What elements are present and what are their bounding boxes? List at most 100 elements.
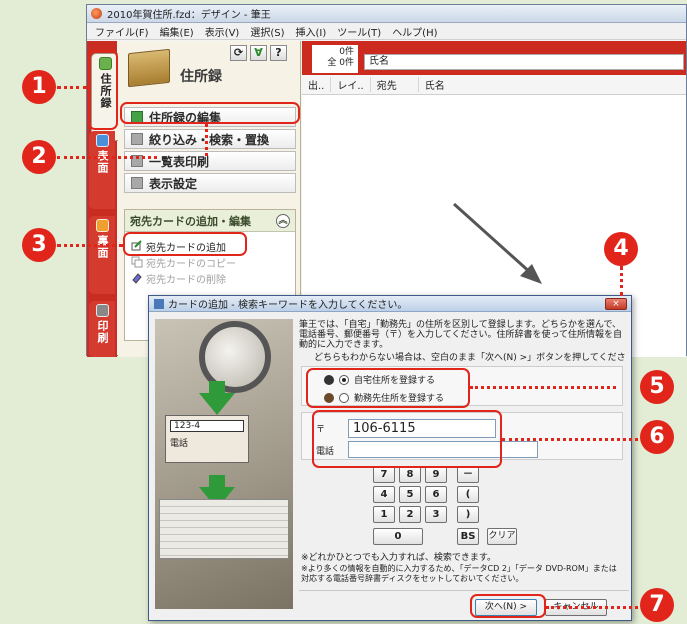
callout-3: 3 [22, 228, 56, 262]
tab-print[interactable]: 印刷 [89, 301, 115, 357]
delete-card-label: 宛先カードの削除 [146, 274, 226, 286]
dialog-icon [154, 298, 164, 309]
count-bar: 0件 全 0件 氏名 [302, 41, 686, 75]
filter-search-replace-button[interactable]: 絞り込み・検索・置換 [124, 129, 296, 149]
key-1[interactable]: 1 [373, 506, 395, 523]
menu-help[interactable]: ヘルプ(H) [392, 24, 437, 39]
callout-6-leader [502, 438, 638, 441]
callout-3-leader [57, 244, 123, 247]
dialog-instructions: 筆王では、「自宅」「勤務先」の住所を区別して登録します。どちらかを選んで、電話番… [299, 320, 623, 350]
illustration-form: 123-4 電話 [165, 415, 249, 463]
menu-insert[interactable]: 挿入(I) [296, 24, 327, 39]
dialog-title: カードの追加 - 検索キーワードを入力してください。 [168, 300, 408, 311]
column-header[interactable]: 宛先 [371, 77, 419, 92]
count-total: 全 0件 [327, 58, 354, 68]
copy-card-icon [131, 256, 143, 268]
filter-search-replace-label: 絞り込み・検索・置換 [149, 132, 270, 147]
bullet-icon [131, 133, 143, 145]
sync-icon[interactable]: ⟳ [230, 45, 247, 61]
key-2[interactable]: 2 [399, 506, 421, 523]
flow-arrow [452, 202, 542, 284]
bullet-icon [131, 177, 143, 189]
key-hyphen[interactable]: － [457, 466, 479, 483]
callout-1-highlight [88, 50, 118, 130]
illustration-phone-label: 電話 [170, 439, 189, 449]
dialog-title-bar: カードの追加 - 検索キーワードを入力してください。 × [149, 296, 631, 312]
menu-tools[interactable]: ツール(T) [337, 24, 381, 39]
column-headers: 出.. レイ.. 宛先 氏名 [302, 75, 686, 95]
copy-card-link[interactable]: 宛先カードのコピー [125, 254, 295, 270]
address-book-icon [128, 48, 170, 88]
display-settings-label: 表示設定 [149, 176, 198, 191]
callout-4-leader [620, 266, 623, 296]
search-note: ※どれかひとつでも入力すれば、検索できます。 [301, 553, 497, 563]
panel-title: 住所録 [180, 69, 222, 85]
delete-card-link[interactable]: 宛先カードの削除 [125, 270, 295, 286]
close-button[interactable]: × [605, 298, 627, 310]
menu-view[interactable]: 表示(V) [205, 24, 240, 39]
back-side-icon [95, 219, 109, 232]
window-title: 2010年賀住所.fzd：デザイン - 筆王 [107, 10, 271, 21]
menu-file[interactable]: ファイル(F) [95, 24, 149, 39]
key-5[interactable]: 5 [399, 486, 421, 503]
callout-7-highlight [470, 594, 546, 618]
menu-select[interactable]: 選択(S) [250, 24, 284, 39]
app-icon [91, 8, 102, 19]
callout-2-highlight [120, 102, 300, 124]
arrow-down-icon [199, 381, 235, 415]
column-header[interactable]: 氏名 [419, 77, 479, 92]
callout-5-leader [470, 386, 616, 389]
key-3[interactable]: 3 [425, 506, 447, 523]
key-4[interactable]: 4 [373, 486, 395, 503]
card-group-title: 宛先カードの追加・編集 [130, 214, 251, 228]
callout-6: 6 [640, 420, 674, 454]
menu-bar: ファイル(F) 編集(E) 表示(V) 選択(S) 挿入(I) ツール(T) ヘ… [87, 23, 686, 40]
callout-1: 1 [22, 70, 56, 104]
count-filtered: 0件 [339, 47, 354, 57]
callout-7: 7 [640, 588, 674, 622]
callout-2-vleader [205, 124, 208, 156]
display-settings-button[interactable]: 表示設定 [124, 173, 296, 193]
tab-front[interactable]: 表面 [89, 131, 115, 209]
callout-2: 2 [22, 140, 56, 174]
front-side-icon [95, 134, 109, 147]
divider [299, 590, 629, 591]
help-button[interactable]: ? [270, 45, 287, 61]
key-clear[interactable]: クリア [487, 528, 517, 545]
callout-6-highlight [312, 410, 502, 468]
list-print-label: 一覧表印刷 [149, 154, 210, 169]
card-group-header[interactable]: 宛先カードの追加・編集 ︽ [125, 210, 295, 232]
callout-1-leader [57, 86, 87, 89]
key-close-paren[interactable]: ) [457, 506, 479, 523]
tab-front-label: 表面 [96, 150, 109, 174]
record-count: 0件 全 0件 [312, 45, 358, 73]
key-backspace[interactable]: BS [457, 528, 479, 545]
key-7[interactable]: 7 [373, 466, 395, 483]
key-0[interactable]: 0 [373, 528, 423, 545]
key-8[interactable]: 8 [399, 466, 421, 483]
list-print-button[interactable]: 一覧表印刷 [124, 151, 296, 171]
tab-back[interactable]: 裏面 [89, 216, 115, 294]
disc-note: ※より多くの情報を自動的に入力するため、「データCD 2」「データ DVD-RO… [301, 564, 617, 583]
callout-2-leader [57, 156, 157, 159]
copy-card-label: 宛先カードのコピー [146, 258, 236, 270]
menu-edit[interactable]: 編集(E) [160, 24, 194, 39]
key-open-paren[interactable]: ( [457, 486, 479, 503]
eraser-icon [132, 273, 142, 284]
beginner-mark-icon[interactable]: ∀ [250, 45, 267, 61]
callout-7-leader [546, 606, 638, 609]
tab-back-label: 裏面 [96, 235, 109, 259]
key-9[interactable]: 9 [425, 466, 447, 483]
tab-print-label: 印刷 [96, 320, 109, 344]
illustration-table [159, 499, 289, 559]
callout-3-highlight [123, 232, 247, 256]
column-header[interactable]: 出.. [302, 77, 332, 92]
key-6[interactable]: 6 [425, 486, 447, 503]
sort-field-select[interactable]: 氏名 [364, 54, 684, 70]
callout-5-highlight [306, 368, 470, 408]
callout-5: 5 [640, 370, 674, 404]
column-header[interactable]: レイ.. [331, 77, 371, 92]
callout-4: 4 [604, 232, 638, 266]
collapse-icon[interactable]: ︽ [276, 213, 290, 228]
printer-icon [95, 304, 109, 317]
